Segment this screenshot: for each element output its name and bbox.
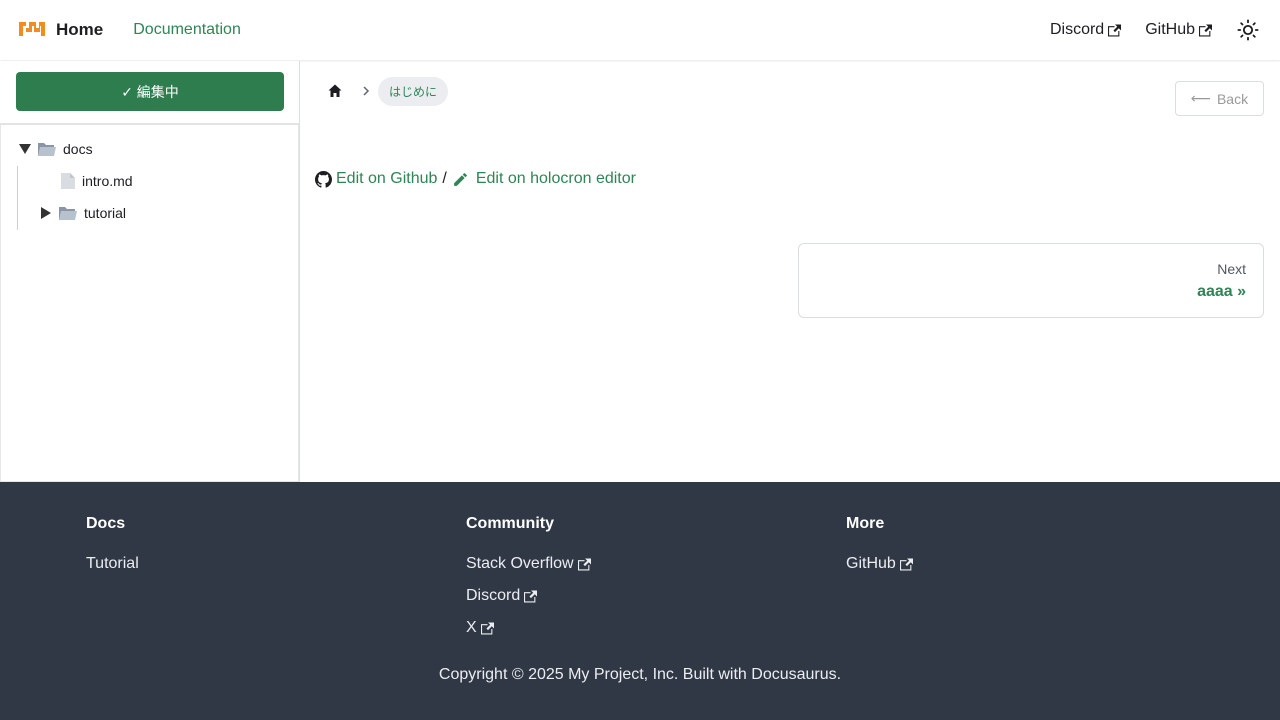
tree-item-docs[interactable]: docs (19, 138, 93, 160)
footer-link-tutorial[interactable]: Tutorial (86, 553, 139, 575)
footer: Docs Tutorial Community Stack Overflow D… (0, 482, 1280, 720)
tree-item-intro[interactable]: intro.md (60, 170, 133, 192)
home-icon[interactable] (327, 83, 343, 99)
footer-link-label: Tutorial (86, 555, 139, 572)
tree-label-docs: docs (63, 141, 93, 157)
chevron-right-icon (363, 86, 370, 96)
footer-col-community: Community Stack Overflow Discord X (466, 515, 591, 639)
footer-link-label: GitHub (846, 555, 896, 572)
edit-links: Edit on Github / Edit on holocron editor (315, 170, 636, 188)
footer-col-docs: Docs Tutorial (86, 515, 139, 575)
footer-link-x[interactable]: X (466, 617, 591, 639)
next-page-card[interactable]: Next aaaa » (798, 243, 1264, 318)
nav-discord-label: Discord (1049, 21, 1105, 38)
footer-link-label: Stack Overflow (466, 555, 574, 572)
footer-link-label: X (466, 619, 477, 636)
edit-links-separator: / (442, 170, 447, 187)
external-link-icon (1199, 24, 1212, 36)
brand-title: Home (56, 20, 104, 39)
back-button[interactable]: ⟵ Back (1175, 81, 1264, 116)
nav-discord-link[interactable]: Discord (1049, 21, 1122, 39)
logo-icon (19, 22, 45, 36)
external-link-icon (577, 558, 591, 570)
external-link-icon (524, 590, 538, 602)
footer-link-stackoverflow[interactable]: Stack Overflow (466, 553, 591, 575)
tree-guide-line (17, 166, 18, 230)
file-icon (61, 173, 75, 189)
footer-link-discord[interactable]: Discord (466, 585, 591, 607)
footer-col-more: More GitHub (846, 515, 913, 575)
edit-on-github-link[interactable]: Edit on Github (336, 170, 437, 188)
external-link-icon (899, 558, 913, 570)
nav-github-label: GitHub (1145, 21, 1195, 38)
tree-item-tutorial[interactable]: tutorial (40, 202, 126, 224)
tree-label-intro: intro.md (82, 173, 133, 189)
footer-title-more: More (846, 515, 885, 532)
nav-github-link[interactable]: GitHub (1145, 21, 1212, 39)
sun-icon (1237, 19, 1259, 41)
copyright-text: Copyright © 2025 My Project, Inc. Built … (438, 666, 842, 683)
external-link-icon (1108, 24, 1122, 36)
nav-documentation-link[interactable]: Documentation (133, 21, 241, 39)
footer-link-github[interactable]: GitHub (846, 553, 913, 575)
footer-link-label: Discord (466, 587, 521, 604)
file-tree (0, 125, 299, 482)
caret-right-icon (41, 207, 51, 219)
caret-down-icon (19, 144, 31, 154)
pencil-icon (453, 172, 467, 186)
theme-toggle-button[interactable] (1236, 18, 1260, 42)
github-icon (315, 170, 332, 188)
tree-label-tutorial: tutorial (84, 205, 127, 221)
footer-title-docs: Docs (86, 515, 126, 532)
sidebar: ✓ 編集中 (0, 61, 300, 482)
editing-button[interactable]: ✓ 編集中 (16, 72, 284, 111)
navbar: Home Documentation Discord GitHub (0, 0, 1280, 60)
next-page-title: aaaa » (1197, 283, 1246, 300)
footer-title-community: Community (466, 515, 554, 532)
brand-link[interactable]: Home (16, 14, 103, 46)
folder-icon (59, 207, 77, 220)
external-link-icon (480, 622, 494, 634)
edit-on-holocron-link[interactable]: Edit on holocron editor (476, 170, 636, 188)
arrow-left-icon: ⟵ (1190, 90, 1211, 106)
folder-open-icon (38, 143, 56, 156)
back-label: Back (1216, 90, 1249, 107)
breadcrumb-current: はじめに (378, 77, 449, 106)
next-sublabel: Next (1217, 261, 1246, 277)
